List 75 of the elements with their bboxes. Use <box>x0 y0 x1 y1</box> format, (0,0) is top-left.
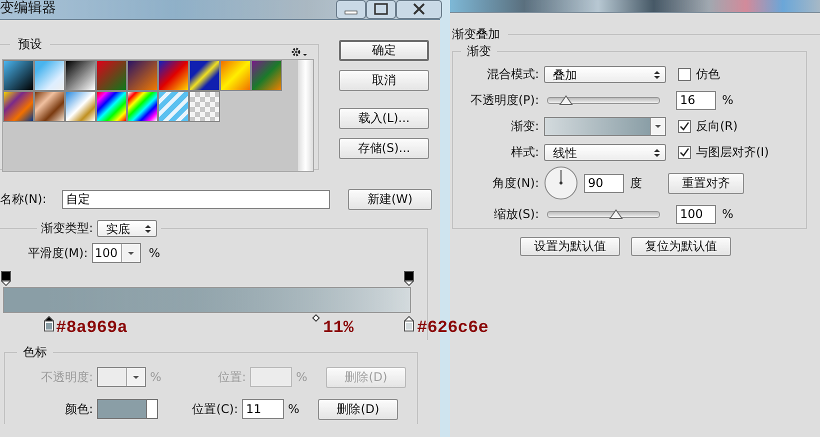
gear-icon[interactable] <box>290 47 308 57</box>
group-label: 渐变 <box>466 43 492 60</box>
default-button[interactable]: 设置为默认值 <box>520 237 620 256</box>
gradient-preset[interactable] <box>96 91 127 122</box>
checkbox[interactable] <box>678 146 691 158</box>
maximize-button[interactable] <box>366 0 396 19</box>
smoothness-field[interactable]: 100 <box>92 243 141 263</box>
field-label: 样式: <box>510 144 539 160</box>
field-label: 不透明度(P): <box>469 92 539 108</box>
new-button[interactable]: 新建(W) <box>348 188 432 210</box>
dialog-button[interactable]: 存储(S)... <box>339 138 429 159</box>
default-button[interactable]: 复位为默认值 <box>631 237 731 256</box>
dialog-button[interactable]: 确定 <box>339 40 429 61</box>
checkbox-label: 与图层对齐(I) <box>696 144 769 160</box>
annotation-text: #8a969a <box>56 319 128 338</box>
color-stops-label: 色标 <box>22 344 48 361</box>
slider-track[interactable] <box>547 96 660 104</box>
checkbox[interactable] <box>678 68 691 80</box>
percent-label: % <box>296 370 308 384</box>
smoothness-label: 平滑度(M): <box>28 244 88 262</box>
reset-alignment-button[interactable]: 重置对齐 <box>668 172 744 194</box>
checkbox-label: 仿色 <box>696 66 720 82</box>
delete-button[interactable]: 删除(D) <box>318 398 398 420</box>
field-label: 混合模式: <box>486 66 539 82</box>
section-title: 渐变叠加 <box>452 26 820 43</box>
angle-field[interactable]: 90 <box>584 174 624 192</box>
slider-thumb[interactable] <box>608 208 623 218</box>
opacity-field[interactable] <box>97 367 146 387</box>
dropdown[interactable]: 叠加 <box>544 66 666 82</box>
scrollbar[interactable] <box>298 60 313 171</box>
dropdown[interactable]: 线性 <box>544 144 666 160</box>
gradient-picker[interactable] <box>544 116 666 136</box>
field-label: 缩放(S): <box>492 206 539 222</box>
presets-label: 预设 <box>17 36 43 53</box>
field-label: 角度(N): <box>492 174 539 192</box>
gradient-type-label: 渐变类型: <box>41 220 94 237</box>
percent-label: % <box>288 402 300 416</box>
field-label: 渐变: <box>510 118 539 134</box>
percent-label: % <box>722 93 734 107</box>
position-field[interactable]: 11 <box>242 399 284 419</box>
angle-dial[interactable] <box>544 166 578 200</box>
annotation-text: #626c6e <box>417 319 488 338</box>
percent-label: % <box>722 207 734 221</box>
close-button[interactable] <box>396 0 442 19</box>
opacity-stop[interactable] <box>1 271 11 286</box>
slider-track[interactable] <box>547 210 660 218</box>
dialog-button[interactable]: 取消 <box>339 70 429 91</box>
minimize-button[interactable] <box>336 0 366 19</box>
percent-label: % <box>150 370 162 384</box>
gradient-preset[interactable] <box>189 60 220 91</box>
gradient-preset[interactable] <box>158 60 189 91</box>
value-field[interactable]: 16 <box>676 90 716 110</box>
position-label: 位置: <box>216 368 246 386</box>
gradient-type-select[interactable]: 实底 <box>97 220 158 237</box>
slider-thumb[interactable] <box>558 94 573 104</box>
value-field[interactable]: 100 <box>676 204 716 224</box>
gradient-preset[interactable] <box>3 60 34 91</box>
position-label: 位置(C): <box>191 400 238 418</box>
annotation-text: 11% <box>323 319 354 338</box>
color-stop[interactable] <box>404 316 414 332</box>
gradient-preset[interactable] <box>65 60 96 91</box>
window-title: 变编辑器 <box>0 0 56 16</box>
name-field[interactable]: 自定 <box>62 190 330 208</box>
stop-opacity-label: 不透明度: <box>40 368 93 386</box>
name-label: 名称(N): <box>0 190 48 208</box>
checkbox[interactable] <box>678 120 691 132</box>
dialog-button[interactable]: 载入(L)... <box>339 108 429 129</box>
color-swatch[interactable] <box>97 399 158 419</box>
stop-color-label: 颜色: <box>64 400 93 418</box>
percent-label: % <box>148 246 160 260</box>
degree-label: 度 <box>630 174 642 192</box>
opacity-stop[interactable] <box>404 271 414 286</box>
color-stop[interactable] <box>44 316 54 332</box>
gradient-preset[interactable] <box>127 91 158 122</box>
checkbox-label: 反向(R) <box>696 118 738 134</box>
